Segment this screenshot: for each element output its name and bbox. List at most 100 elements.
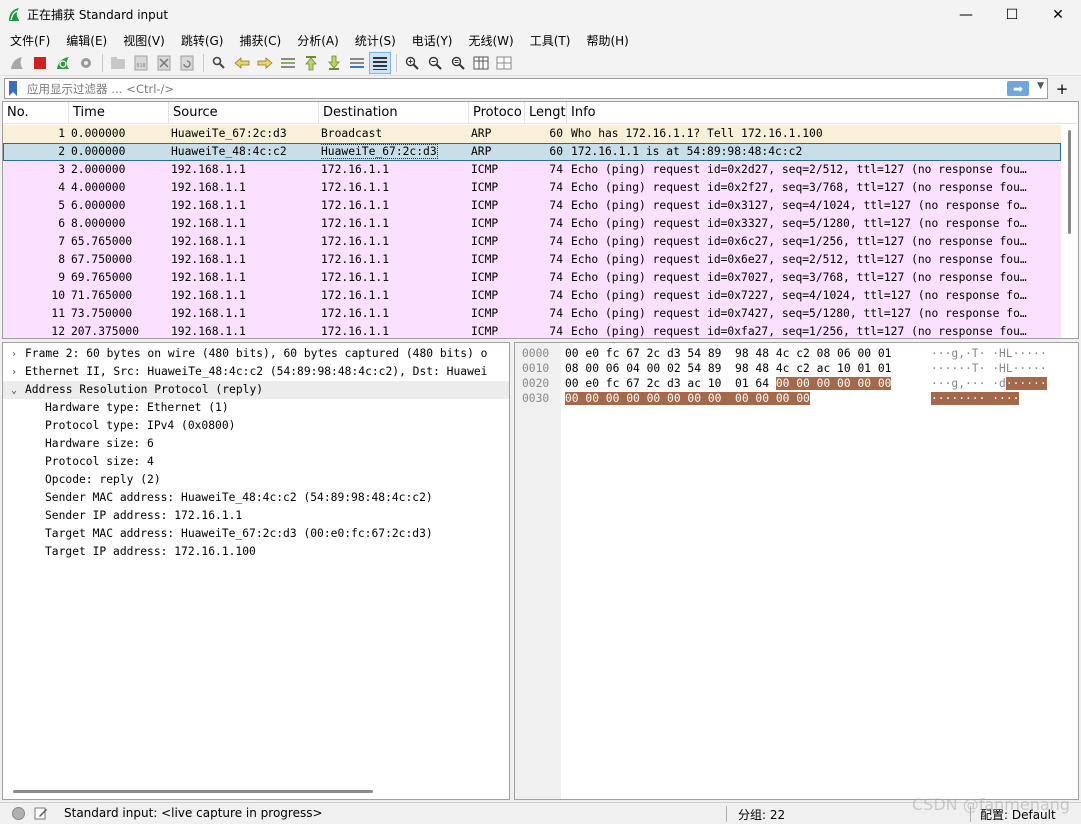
apply-filter-button[interactable]: ➡ [1007, 81, 1029, 96]
menu-edit[interactable]: 编辑(E) [60, 32, 113, 49]
capture-options-button[interactable] [75, 52, 97, 74]
menu-telephony[interactable]: 电话(Y) [406, 32, 459, 49]
close-button[interactable]: ✕ [1035, 0, 1081, 29]
ascii-bytes[interactable]: ···g,··· ·d······ [931, 376, 1047, 391]
packet-row[interactable]: 8 67.750000 192.168.1.1 172.16.1.1 ICMP 74 Ech… [3, 251, 1061, 269]
packet-row[interactable]: 5 6.000000 192.168.1.1 172.16.1.1 ICMP 74 Echo… [3, 197, 1061, 215]
ascii-bytes[interactable]: ······T· ·HL····· [931, 361, 1047, 376]
bookmark-icon[interactable] [7, 80, 21, 97]
packet-row[interactable]: 11 73.750000 192.168.1.1 172.16.1.1 ICMP 74 Ec… [3, 305, 1061, 323]
packet-row[interactable]: 3 2.000000 192.168.1.1 172.16.1.1 ICMP 74 Echo… [3, 161, 1061, 179]
packet-row[interactable]: 12 207.375000 192.168.1.1 172.16.1.1 ICMP 74 E… [3, 323, 1061, 338]
detail-field[interactable]: Hardware type: Ethernet (1) [3, 399, 229, 417]
menu-tools[interactable]: 工具(T) [524, 32, 577, 49]
menu-go[interactable]: 跳转(G) [175, 32, 230, 49]
packet-cell-dst: 172.16.1.1 [321, 287, 469, 305]
detail-tree-item[interactable]: ⌄ Address Resolution Protocol (reply) [3, 381, 509, 399]
go-to-packet-button[interactable] [277, 52, 299, 74]
packet-cell-text: 71.765000 [71, 289, 133, 302]
packet-list-scrollbar[interactable] [1061, 124, 1078, 338]
restart-capture-button[interactable] [52, 52, 74, 74]
menu-statistics[interactable]: 统计(S) [349, 32, 402, 49]
zoom-out-button[interactable] [424, 52, 446, 74]
go-back-button[interactable] [231, 52, 253, 74]
column-prefs-button[interactable] [493, 52, 515, 74]
packet-details: › Frame 2: 60 bytes on wire (480 bits), 6… [2, 342, 510, 800]
hex-bytes[interactable]: 00 00 00 00 00 00 00 00 00 00 00 00 [565, 391, 810, 406]
packet-row[interactable]: 7 65.765000 192.168.1.1 172.16.1.1 ICMP 74 Ech… [3, 233, 1061, 251]
chevron-down-icon[interactable]: ▼ [1037, 81, 1044, 91]
chevron-right-icon[interactable]: › [3, 364, 25, 382]
detail-field[interactable]: Opcode: reply (2) [3, 471, 161, 489]
resize-columns-button[interactable] [470, 52, 492, 74]
last-packet-button[interactable] [323, 52, 345, 74]
packet-row[interactable]: 6 8.000000 192.168.1.1 172.16.1.1 ICMP 74 Echo… [3, 215, 1061, 233]
detail-field[interactable]: Target MAC address: HuaweiTe_67:2c:d3 (0… [3, 525, 433, 543]
details-horizontal-scrollbar[interactable] [13, 790, 373, 793]
stop-capture-button[interactable] [29, 52, 51, 74]
detail-field[interactable]: Target IP address: 172.16.1.100 [3, 543, 256, 561]
zoom-normal-button[interactable] [447, 52, 469, 74]
hex-bytes[interactable]: 00 e0 fc 67 2c d3 ac 10 01 64 00 00 00 0… [565, 376, 892, 391]
expert-info-led-icon[interactable] [12, 807, 25, 820]
main-toolbar: 010 [0, 51, 1081, 76]
reload-file-button[interactable] [176, 52, 198, 74]
menu-capture[interactable]: 捕获(C) [233, 32, 287, 49]
packet-cell-info: Echo (ping) request id=0xfa27, seq=1/256… [571, 323, 1061, 338]
packet-cell-no: 6 [3, 215, 67, 233]
hex-bytes[interactable]: 00 e0 fc 67 2c d3 54 89 98 48 4c c2 08 0… [565, 346, 891, 361]
menu-wireless[interactable]: 无线(W) [463, 32, 520, 49]
profile-label[interactable]: 配置: Default [980, 806, 1056, 823]
colorize-button[interactable] [369, 52, 391, 74]
chevron-right-icon[interactable]: › [3, 346, 25, 364]
packet-cell-text: 2.000000 [71, 163, 126, 176]
ascii-bytes[interactable]: ···g,·T· ·HL····· [931, 346, 1047, 361]
menu-view[interactable]: 视图(V) [117, 32, 171, 49]
minimize-button[interactable]: — [943, 0, 989, 29]
column-info[interactable]: Info [567, 102, 1061, 124]
packet-row[interactable]: 4 4.000000 192.168.1.1 172.16.1.1 ICMP 74 Echo… [3, 179, 1061, 197]
chevron-down-icon[interactable]: ⌄ [3, 382, 25, 400]
scrollbar-thumb[interactable] [1068, 130, 1071, 234]
column-time[interactable]: Time [69, 102, 169, 124]
detail-field[interactable]: Protocol size: 4 [3, 453, 154, 471]
menu-help[interactable]: 帮助(H) [580, 32, 634, 49]
packet-row[interactable]: 10 71.765000 192.168.1.1 172.16.1.1 ICMP 74 Ec… [3, 287, 1061, 305]
detail-field[interactable]: Protocol type: IPv4 (0x0800) [3, 417, 235, 435]
packet-row[interactable]: 1 0.000000 HuaweiTe_67:2c:d3 Broadcast ARP 60… [3, 125, 1061, 143]
menu-file[interactable]: 文件(F) [4, 32, 56, 49]
packet-row[interactable]: 2 0.000000 HuaweiTe_48:4c:c2 HuaweiTe_67:2c… [3, 143, 1061, 161]
close-file-button[interactable] [153, 52, 175, 74]
title-bar: 正在捕获 Standard input — ☐ ✕ [0, 0, 1081, 29]
menu-analyze[interactable]: 分析(A) [291, 32, 345, 49]
first-packet-button[interactable] [300, 52, 322, 74]
save-file-button[interactable]: 010 [130, 52, 152, 74]
column-no[interactable]: No. [3, 102, 69, 124]
packet-cell-text: 74 [549, 163, 563, 176]
detail-tree-item[interactable]: › Ethernet II, Src: HuaweiTe_48:4c:c2 (54… [3, 363, 488, 381]
zoom-in-button[interactable] [401, 52, 423, 74]
packet-cell-src: 192.168.1.1 [171, 197, 319, 215]
column-source[interactable]: Source [169, 102, 319, 124]
detail-field[interactable]: Sender MAC address: HuaweiTe_48:4c:c2 (5… [3, 489, 433, 507]
column-destination[interactable]: Destination [319, 102, 469, 124]
detail-field[interactable]: Sender IP address: 172.16.1.1 [3, 507, 242, 525]
packet-cell-text: ICMP [471, 325, 499, 338]
ascii-bytes[interactable]: ········ ···· [931, 391, 1020, 406]
packet-cell-dst: HuaweiTe_67:2c:d3 [321, 143, 469, 161]
display-filter-input[interactable]: 应用显示过滤器 … <Ctrl-/> ➡ ▼ [4, 78, 1048, 99]
autoscroll-button[interactable] [346, 52, 368, 74]
packet-row[interactable]: 9 69.765000 192.168.1.1 172.16.1.1 ICMP 74 Ech… [3, 269, 1061, 287]
hex-bytes[interactable]: 08 00 06 04 00 02 54 89 98 48 4c c2 ac 1… [565, 361, 891, 376]
go-forward-button[interactable] [254, 52, 276, 74]
capture-comment-icon[interactable] [34, 806, 48, 820]
open-file-button[interactable] [107, 52, 129, 74]
column-length[interactable]: Lengt [525, 102, 567, 124]
maximize-button[interactable]: ☐ [989, 0, 1035, 29]
detail-field[interactable]: Hardware size: 6 [3, 435, 154, 453]
find-packet-button[interactable] [208, 52, 230, 74]
add-filter-button[interactable]: + [1052, 78, 1072, 99]
column-protocol[interactable]: Protoco [469, 102, 525, 124]
detail-tree-item[interactable]: › Frame 2: 60 bytes on wire (480 bits), 6… [3, 345, 488, 363]
start-capture-button[interactable] [6, 52, 28, 74]
